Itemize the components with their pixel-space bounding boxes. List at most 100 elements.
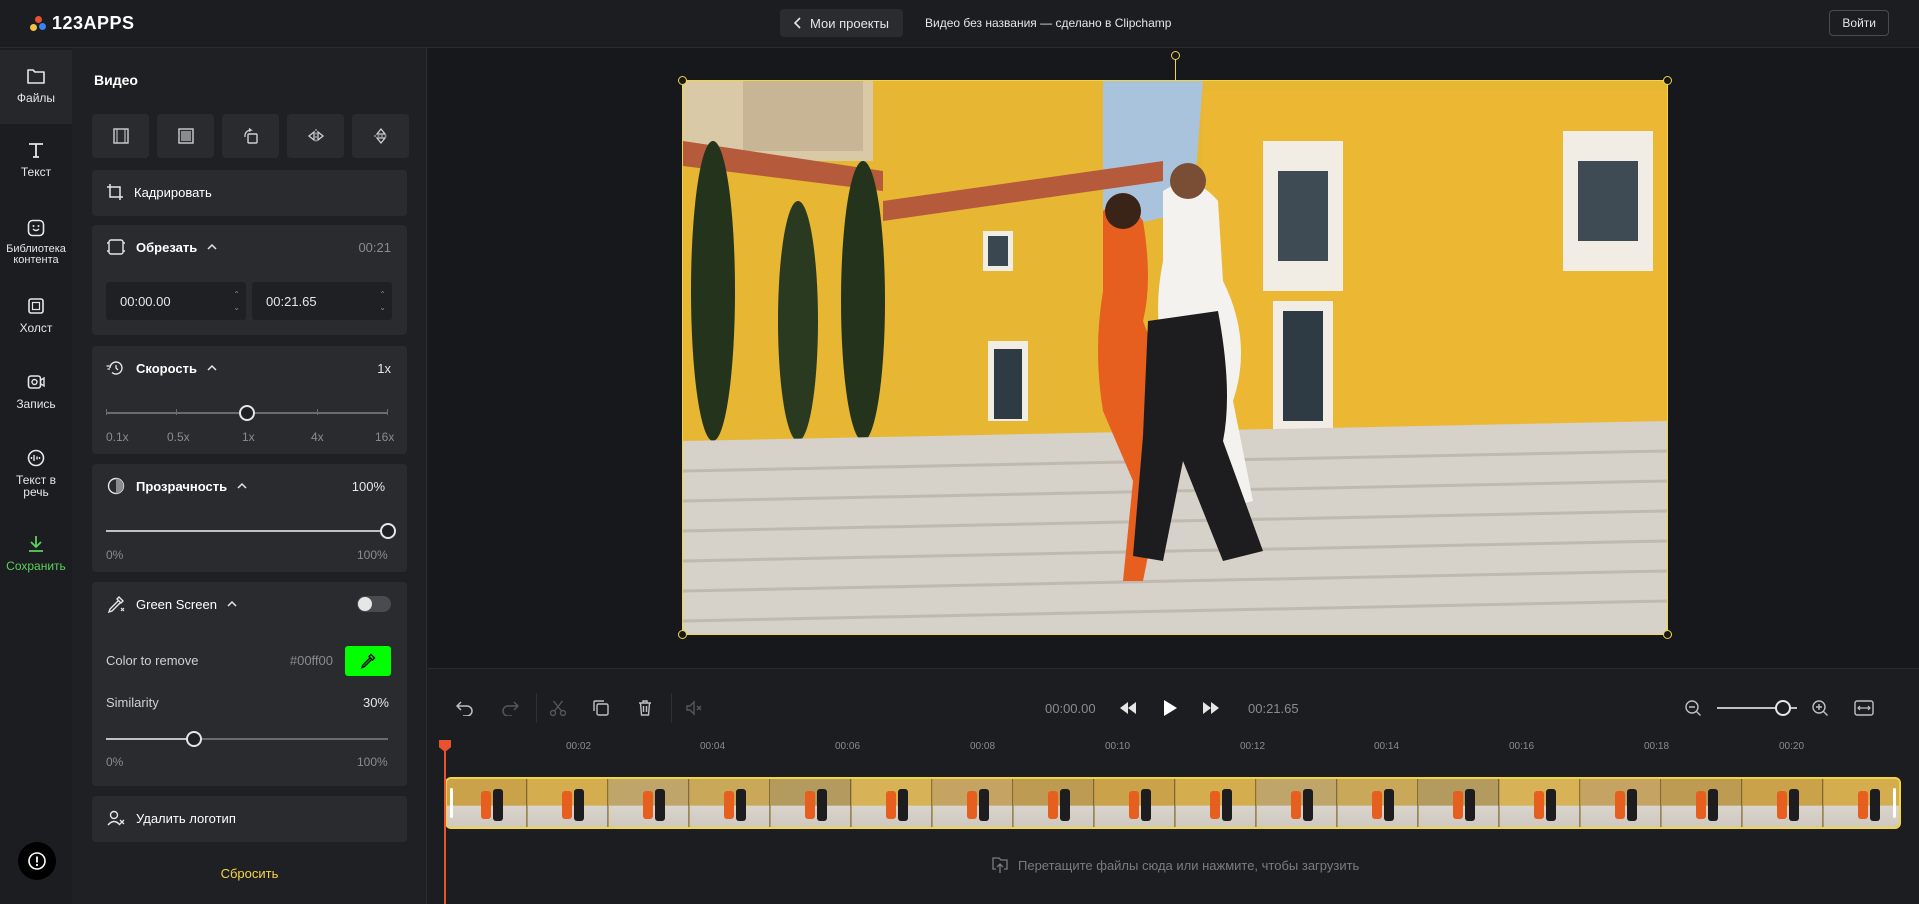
- app-logo[interactable]: 123APPS: [30, 13, 135, 34]
- thumbnail-figure: [1048, 791, 1058, 819]
- chevron-up-icon: [207, 364, 217, 371]
- trim-duration: 00:21: [358, 239, 391, 255]
- video-clip-track[interactable]: [445, 777, 1901, 829]
- color-to-remove-label: Color to remove: [106, 653, 199, 668]
- nav-canvas[interactable]: Холст: [0, 294, 72, 334]
- playhead-marker[interactable]: [439, 740, 451, 752]
- current-time: 00:00.00: [1045, 701, 1096, 716]
- speed-header[interactable]: Скорость: [106, 346, 217, 390]
- undo-button[interactable]: [453, 696, 477, 720]
- nav-text-to-speech[interactable]: Текст в речь: [0, 446, 72, 498]
- zoom-out-button[interactable]: [1681, 696, 1705, 720]
- crop-icon: [107, 184, 123, 200]
- thumbnail-figure: [1303, 789, 1313, 821]
- toolbar-divider: [671, 693, 672, 723]
- fit-button[interactable]: [92, 114, 149, 158]
- chevron-up-icon: [227, 600, 237, 607]
- chevron-up-icon: [207, 243, 217, 250]
- thumbnail-figure: [1696, 791, 1706, 819]
- split-button[interactable]: [546, 696, 570, 720]
- nav-text[interactable]: Текст: [0, 138, 72, 178]
- thumbnail-figure: [1708, 789, 1718, 821]
- trim-start-input[interactable]: 00:00.00 ⌃ ⌄: [106, 282, 246, 320]
- zoom-out-icon: [1685, 700, 1701, 716]
- trash-icon: [639, 700, 651, 716]
- green-screen-toggle[interactable]: [357, 596, 391, 612]
- download-icon: [24, 532, 48, 556]
- fit-timeline-button[interactable]: [1852, 696, 1876, 720]
- trim-end-stepper[interactable]: ⌃ ⌄: [379, 288, 386, 314]
- remove-logo-button[interactable]: Удалить логотип: [92, 796, 407, 842]
- duplicate-icon: [593, 700, 609, 716]
- rotate-button[interactable]: [222, 114, 279, 158]
- color-picker-button[interactable]: [345, 646, 391, 676]
- nav-content-library[interactable]: Библиотека контента: [0, 216, 72, 266]
- thumbnail-figure: [1789, 789, 1799, 821]
- resize-handle-top-right[interactable]: [1663, 76, 1672, 85]
- zoom-slider-thumb[interactable]: [1775, 700, 1791, 716]
- thumbnail-figure: [574, 789, 584, 821]
- mute-button[interactable]: [682, 696, 706, 720]
- clip-trim-handle-right[interactable]: [1893, 788, 1896, 818]
- duplicate-button[interactable]: [589, 696, 613, 720]
- upload-drop-zone[interactable]: Перетащите файлы сюда или нажмите, чтобы…: [990, 856, 1359, 874]
- chevron-left-icon: [794, 17, 801, 29]
- nav-label: Текст: [20, 165, 52, 179]
- remove-logo-header: Удалить логотип: [106, 796, 236, 840]
- trim-header[interactable]: Обрезать: [106, 225, 217, 269]
- thumbnail-figure: [805, 791, 815, 819]
- folder-icon: [24, 64, 48, 88]
- login-button[interactable]: Войти: [1829, 10, 1889, 36]
- resize-handle-top-left[interactable]: [678, 76, 687, 85]
- thumbnail-figure: [1210, 791, 1220, 819]
- similarity-slider-thumb[interactable]: [186, 731, 202, 747]
- nav-record[interactable]: Запись: [0, 370, 72, 410]
- clip-trim-handle-left[interactable]: [450, 788, 453, 818]
- rewind-button[interactable]: [1116, 696, 1140, 720]
- logo-text: 123APPS: [52, 13, 135, 33]
- help-button[interactable]: [18, 842, 56, 880]
- fill-button[interactable]: [157, 114, 214, 158]
- total-time: 00:21.65: [1248, 701, 1299, 716]
- thumbnail-figure: [1222, 789, 1232, 821]
- flip-horizontal-button[interactable]: [287, 114, 344, 158]
- nav-label: Запись: [16, 397, 56, 411]
- ruler-label: 00:06: [835, 741, 861, 752]
- speed-slider-thumb[interactable]: [239, 405, 255, 421]
- delete-button[interactable]: [633, 696, 657, 720]
- nav-files[interactable]: Файлы: [0, 50, 72, 124]
- flip-vertical-button[interactable]: [352, 114, 409, 158]
- color-hex-value: #00ff00: [289, 653, 333, 668]
- opacity-slider-track[interactable]: [106, 530, 388, 532]
- fast-forward-icon: [1203, 702, 1219, 714]
- zoom-in-button[interactable]: [1808, 696, 1832, 720]
- ruler-label: 00:08: [970, 741, 996, 752]
- resize-handle-bottom-right[interactable]: [1663, 630, 1672, 639]
- trim-start-stepper[interactable]: ⌃ ⌄: [233, 288, 240, 314]
- nav-save[interactable]: Сохранить: [0, 532, 72, 572]
- fast-forward-button[interactable]: [1199, 696, 1223, 720]
- reset-button[interactable]: Сбросить: [72, 866, 427, 881]
- clip-thumbnail: [1824, 779, 1899, 827]
- rotate-handle[interactable]: [1171, 51, 1180, 60]
- speed-mark: 0.1x: [106, 430, 129, 444]
- thumbnail-figure: [1870, 789, 1880, 821]
- opacity-header[interactable]: Прозрачность: [106, 464, 247, 508]
- thumbnail-figure: [1372, 791, 1382, 819]
- play-button[interactable]: [1156, 694, 1184, 722]
- opacity-card: Прозрачность 100% 0% 100%: [92, 464, 407, 572]
- resize-handle-bottom-left[interactable]: [678, 630, 687, 639]
- playhead[interactable]: [444, 741, 446, 904]
- fit-icon: [112, 128, 129, 144]
- thumbnail-figure: [1141, 789, 1151, 821]
- thumbnail-figure: [817, 789, 827, 821]
- crop-button[interactable]: Кадрировать: [92, 170, 407, 216]
- flip-horizontal-icon: [307, 129, 324, 143]
- trim-end-input[interactable]: 00:21.65 ⌃ ⌄: [252, 282, 392, 320]
- ruler-label: 00:12: [1240, 741, 1266, 752]
- redo-button[interactable]: [498, 696, 522, 720]
- opacity-slider-thumb[interactable]: [380, 523, 396, 539]
- green-screen-header[interactable]: Green Screen: [106, 582, 237, 626]
- thumbnail-figure: [643, 791, 653, 819]
- my-projects-button[interactable]: Мои проекты: [780, 9, 903, 37]
